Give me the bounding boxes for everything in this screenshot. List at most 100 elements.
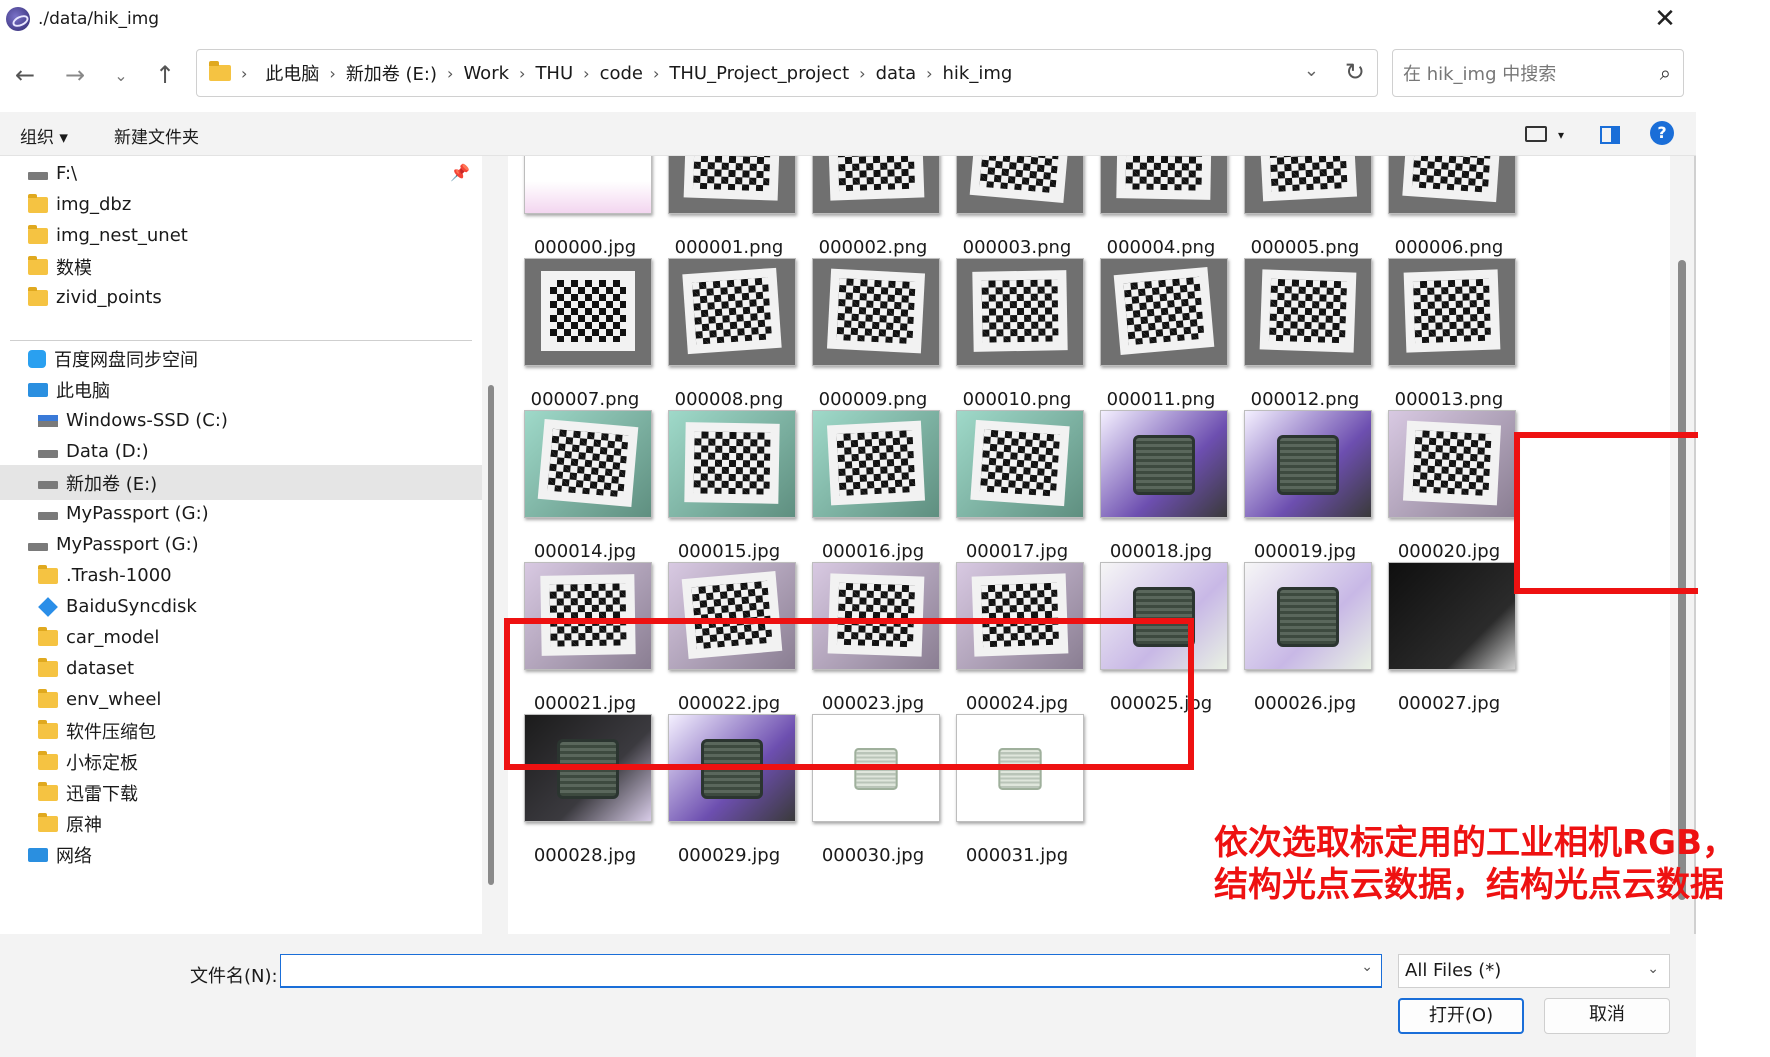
chevron-down-icon[interactable]: ▾	[1558, 128, 1564, 142]
filename-field[interactable]: ⌄	[280, 954, 1382, 988]
sidebar-item-label: 百度网盘同步空间	[54, 349, 198, 371]
sidebar-item[interactable]: env_wheel	[0, 682, 482, 717]
file-item[interactable]: 000015.jpg	[654, 392, 804, 562]
breadcrumb-item[interactable]: data	[876, 63, 917, 84]
folder-icon	[28, 286, 48, 306]
view-layout-icon[interactable]	[1525, 126, 1547, 142]
recent-locations-button[interactable]: ⌄	[104, 58, 138, 92]
sidebar-item[interactable]: car_model	[0, 620, 482, 655]
chevron-down-icon[interactable]: ⌄	[1304, 60, 1319, 81]
preview-pane-icon[interactable]	[1600, 126, 1620, 144]
sidebar-item[interactable]: 原神	[0, 806, 482, 841]
cancel-button[interactable]: 取消	[1544, 998, 1670, 1034]
checkerboard-image	[1259, 269, 1357, 353]
image-thumbnail	[1244, 562, 1372, 670]
file-item[interactable]: 000019.jpg	[1230, 392, 1380, 562]
sidebar-item[interactable]: 网络	[0, 837, 482, 872]
chip-object	[1277, 435, 1339, 495]
file-item[interactable]: 000011.png	[1086, 240, 1236, 410]
sidebar-item[interactable]: dataset	[0, 651, 482, 686]
sidebar-item[interactable]: 迅雷下载	[0, 775, 482, 810]
folder-icon	[38, 626, 58, 646]
file-name: 000027.jpg	[1397, 693, 1501, 714]
forward-button[interactable]: →	[58, 58, 92, 92]
back-button[interactable]: ←	[8, 58, 42, 92]
chevron-down-icon[interactable]: ⌄	[1647, 961, 1659, 977]
sidebar-item[interactable]: Data (D:)	[0, 434, 482, 469]
sidebar-item[interactable]: Windows-SSD (C:)	[0, 403, 482, 438]
file-grid[interactable]: 000000.jpg 000001.png 000002.png 000003.png…	[508, 156, 1670, 934]
breadcrumb-item[interactable]: 此电脑	[265, 60, 319, 86]
file-item[interactable]: 000014.jpg	[510, 392, 660, 562]
file-item[interactable]: 000026.jpg	[1230, 544, 1380, 714]
sidebar-item[interactable]: .Trash-1000	[0, 558, 482, 593]
breadcrumb-item[interactable]: hik_img	[943, 63, 1013, 84]
checkerboard-pattern	[836, 156, 916, 192]
sidebar-item[interactable]: BaiduSyncdisk	[0, 589, 482, 624]
sidebar-item-label: img_dbz	[56, 194, 132, 215]
file-type-value: All Files (*)	[1405, 960, 1502, 981]
refresh-icon[interactable]: ↻	[1345, 58, 1365, 86]
file-item[interactable]: 000012.png	[1230, 240, 1380, 410]
search-box[interactable]: 在 hik_img 中搜索 ⌕	[1392, 49, 1684, 97]
sidebar-item[interactable]: img_dbz	[0, 187, 482, 222]
file-item[interactable]: 000020.jpg	[1374, 392, 1524, 562]
breadcrumb-item[interactable]: THU	[535, 63, 573, 84]
file-type-select[interactable]: All Files (*) ⌄	[1398, 954, 1670, 988]
checkerboard-image	[684, 422, 780, 504]
image-thumbnail	[956, 258, 1084, 366]
up-folder-button[interactable]: ↑	[148, 58, 182, 92]
sidebar-item[interactable]: F:\	[0, 156, 482, 191]
folder-icon	[28, 224, 48, 244]
sidebar-item[interactable]: 数模	[0, 249, 482, 284]
breadcrumb-item[interactable]: THU_Project_project	[669, 63, 849, 84]
file-item[interactable]: 000018.jpg	[1086, 392, 1236, 562]
open-button[interactable]: 打开(O)	[1398, 998, 1524, 1034]
address-bar[interactable]: › 此电脑 › 新加卷 (E:) › Work › THU › code › THU_Project…	[196, 49, 1378, 97]
image-thumbnail	[1388, 562, 1516, 670]
organize-menu[interactable]: 组织 ▾	[20, 123, 68, 148]
file-item[interactable]: 000008.png	[654, 240, 804, 410]
sidebar-item[interactable]: img_nest_unet	[0, 218, 482, 253]
file-item[interactable]: 000013.png	[1374, 240, 1524, 410]
close-button[interactable]: ✕	[1648, 2, 1682, 36]
file-item[interactable]: 000017.jpg	[942, 392, 1092, 562]
breadcrumb-item[interactable]: Work	[463, 63, 509, 84]
image-thumbnail	[812, 410, 940, 518]
breadcrumb-item[interactable]: code	[600, 63, 643, 84]
image-thumbnail	[1100, 156, 1228, 214]
filename-input[interactable]	[285, 955, 1345, 985]
navigation-pane[interactable]: 📌 F:\ img_dbz img_nest_unet 数模 zivid_points 百…	[0, 156, 482, 934]
file-item[interactable]: 000027.jpg	[1374, 544, 1524, 714]
sidebar-item[interactable]: MyPassport (G:)	[0, 527, 482, 562]
search-icon[interactable]: ⌕	[1660, 61, 1671, 85]
checkerboard-image	[1258, 156, 1358, 202]
sidebar-item[interactable]: 软件压缩包	[0, 713, 482, 748]
file-item[interactable]: 000010.png	[942, 240, 1092, 410]
sidebar-item-label: env_wheel	[66, 689, 162, 710]
image-thumbnail	[1388, 156, 1516, 214]
sidebar-item[interactable]: 小标定板	[0, 744, 482, 779]
sidebar-item[interactable]: 此电脑	[0, 372, 482, 407]
image-thumbnail	[1388, 410, 1516, 518]
file-item[interactable]: 000009.png	[798, 240, 948, 410]
checkerboard-pattern	[981, 279, 1059, 343]
help-button[interactable]: ?	[1650, 121, 1674, 145]
sidebar-item[interactable]: 百度网盘同步空间	[0, 341, 482, 376]
folder-icon	[38, 781, 58, 801]
breadcrumb-item[interactable]: 新加卷 (E:)	[346, 60, 437, 86]
sidebar-item-label: img_nest_unet	[56, 225, 188, 246]
chevron-down-icon[interactable]: ⌄	[1361, 959, 1373, 975]
sidebar-item[interactable]: zivid_points	[0, 280, 482, 315]
image-thumbnail	[1100, 410, 1228, 518]
new-folder-button[interactable]: 新建文件夹	[114, 123, 199, 148]
sidebar-item[interactable]: 新加卷 (E:)	[0, 465, 482, 500]
search-input[interactable]: 在 hik_img 中搜索	[1403, 60, 1556, 86]
file-name: 000031.jpg	[965, 845, 1069, 866]
sidebar-scrollbar[interactable]	[488, 385, 494, 885]
drive-icon	[38, 449, 58, 458]
file-item[interactable]: 000007.png	[510, 240, 660, 410]
sidebar-item[interactable]: MyPassport (G:)	[0, 496, 482, 531]
folder-icon	[38, 657, 58, 677]
file-item[interactable]: 000016.jpg	[798, 392, 948, 562]
